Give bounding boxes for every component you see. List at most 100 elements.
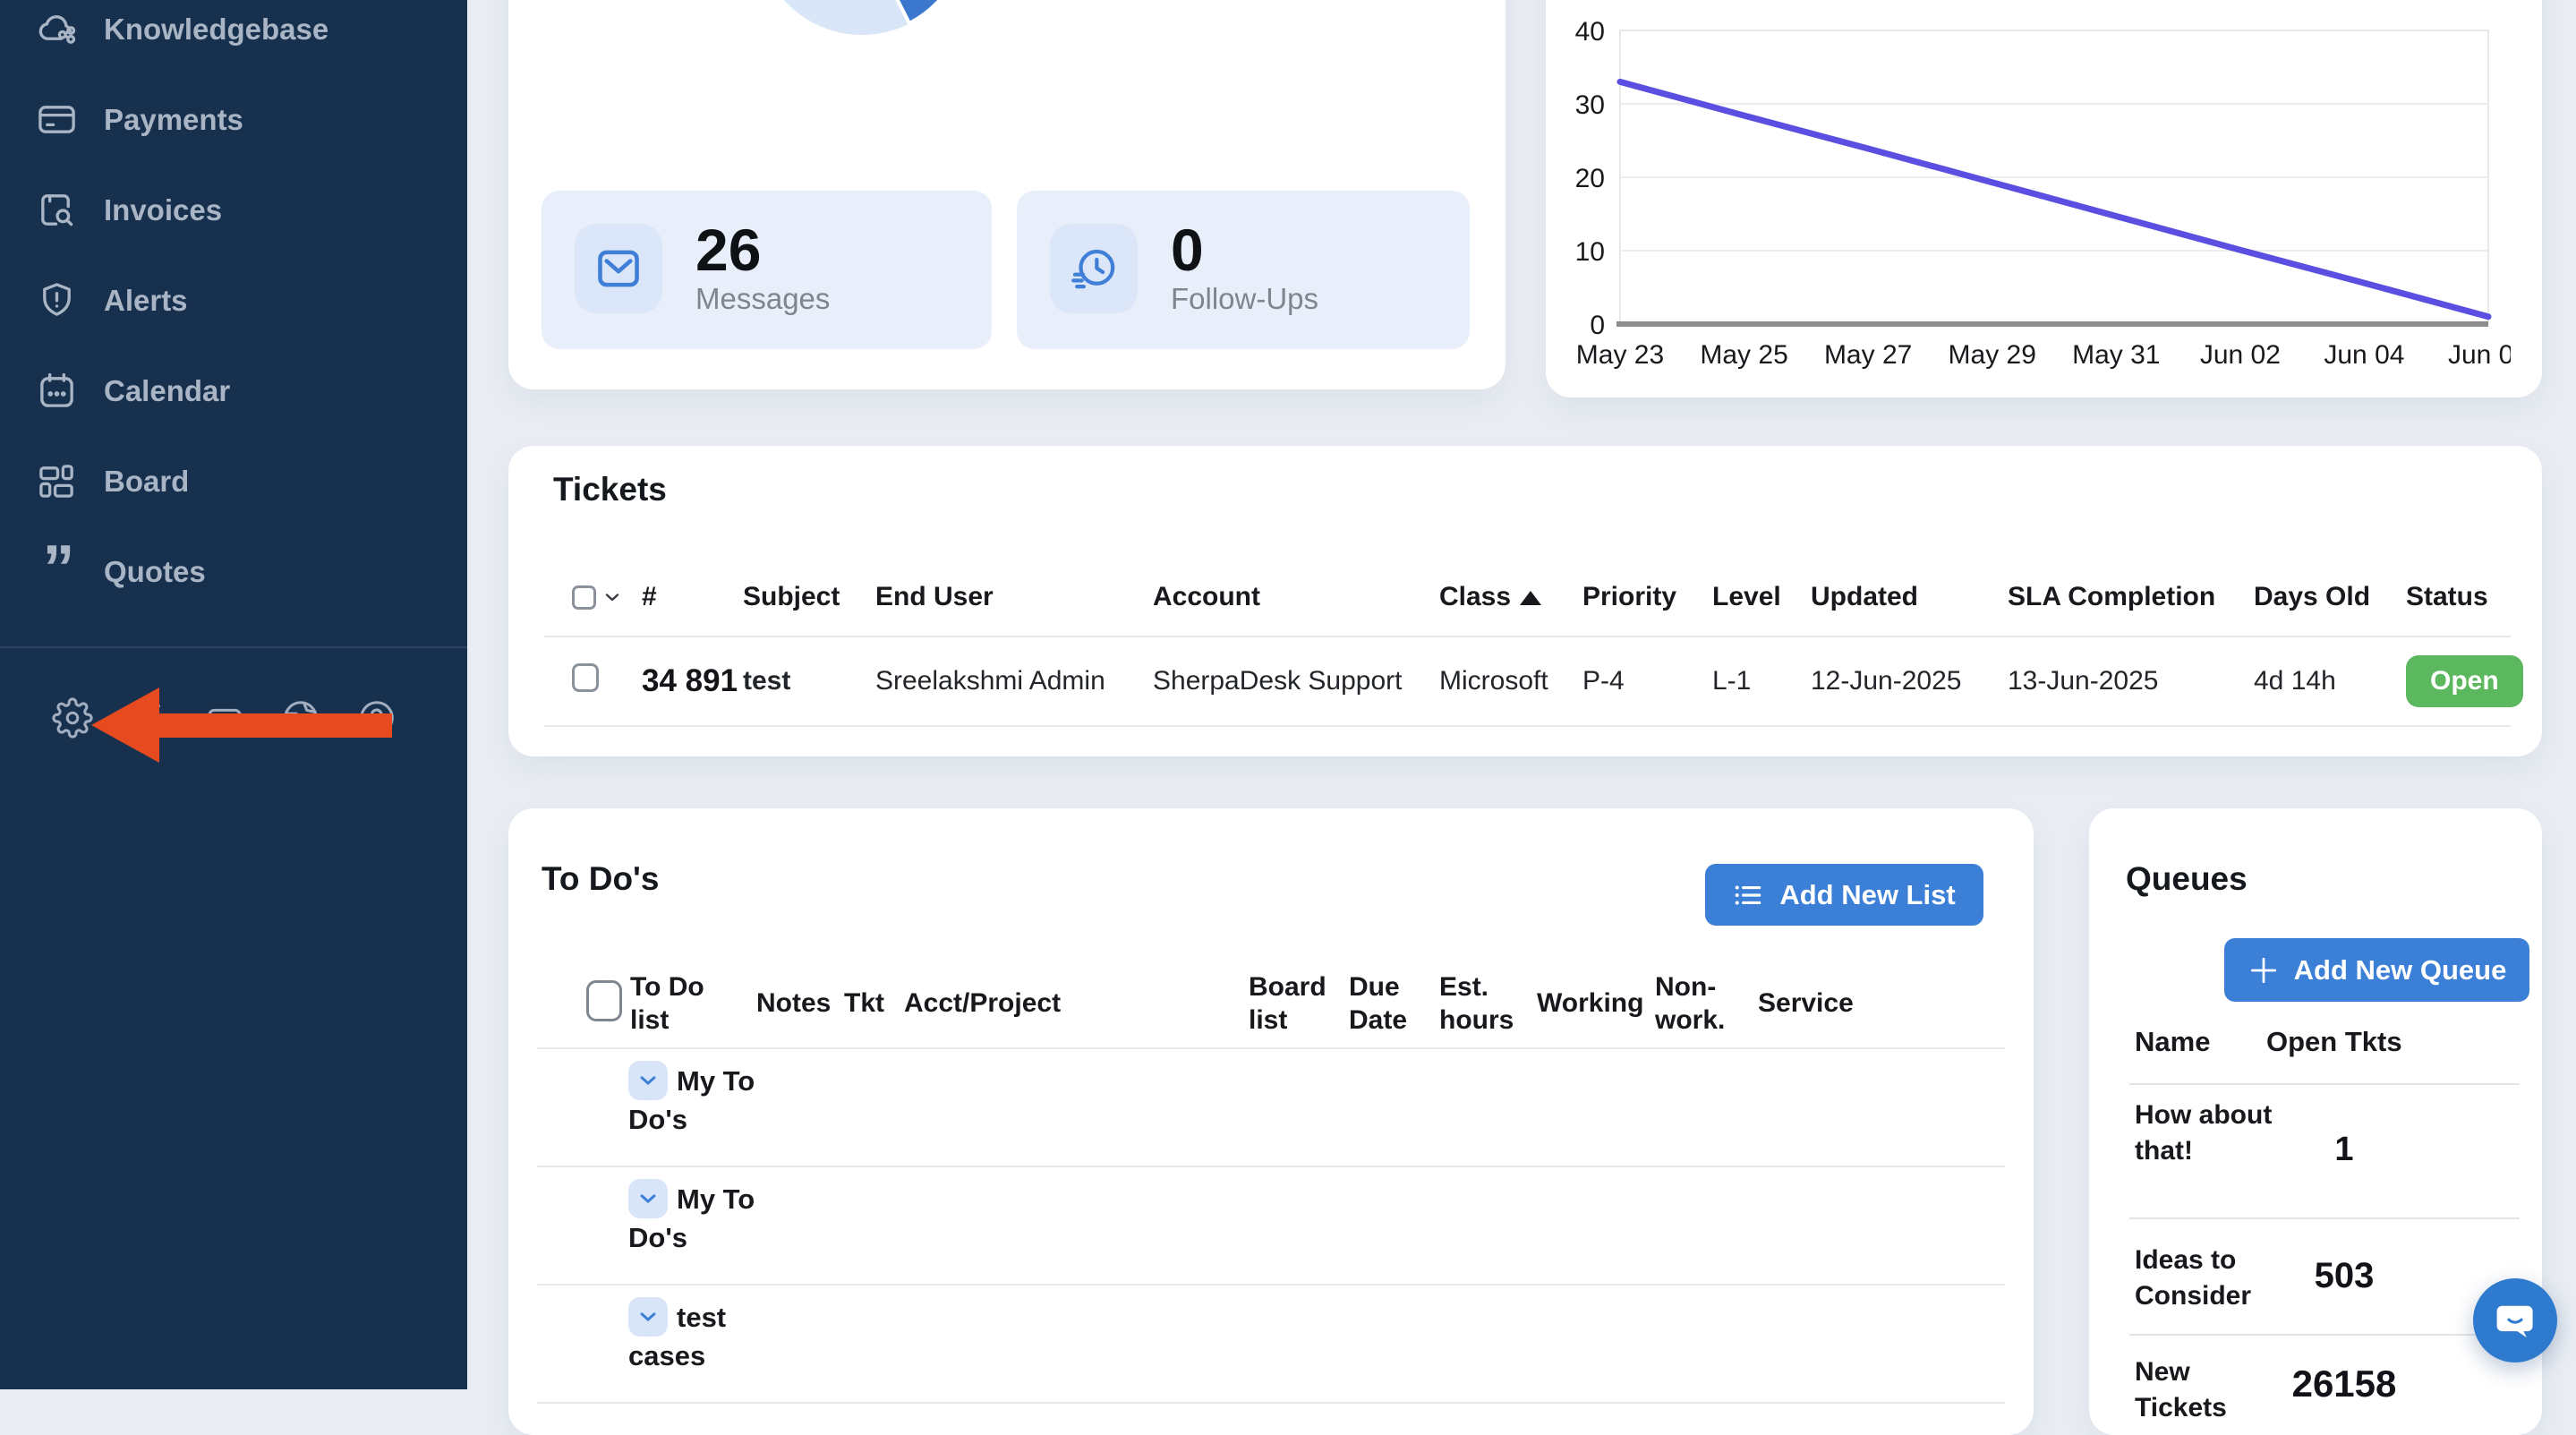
svg-text:May 25: May 25 [1700, 340, 1787, 370]
add-new-list-button[interactable]: Add New List [1705, 864, 1983, 926]
col-daysold[interactable]: Days Old [2254, 582, 2406, 612]
todo-col-board: Board list [1249, 970, 1356, 1037]
sidebar-item-label: Knowledgebase [104, 13, 328, 47]
sidebar-item-label: Board [104, 465, 189, 499]
todos-title: To Do's [542, 860, 659, 898]
expand-chevron-button[interactable] [628, 1179, 668, 1218]
sidebar-item-quotes[interactable]: ” Quotes [0, 526, 467, 617]
tickets-select-all[interactable] [572, 585, 642, 610]
svg-text:Jun 04: Jun 04 [2324, 340, 2404, 370]
add-new-list-label: Add New List [1779, 879, 1955, 911]
svg-text:May 23: May 23 [1576, 340, 1664, 370]
expand-chevron-button[interactable] [628, 1061, 668, 1100]
col-sla[interactable]: SLA Completion [2008, 582, 2254, 612]
svg-text:Jun 06: Jun 06 [2448, 340, 2511, 370]
ticket-row[interactable]: 34 891 test Sreelakshmi Admin SherpaDesk… [544, 637, 2511, 727]
ticket-daysold: 4d 14h [2254, 666, 2406, 696]
ticket-sla: 13-Jun-2025 [2008, 666, 2254, 696]
quotes-icon: ” [36, 551, 78, 593]
add-new-queue-button[interactable]: Add New Queue [2224, 938, 2529, 1002]
ticket-level: L-1 [1712, 666, 1811, 696]
status-badge: Open [2406, 655, 2523, 707]
sidebar-item-invoices[interactable]: Invoices [0, 165, 467, 255]
sidebar-item-label: Calendar [104, 374, 230, 408]
ticket-subject[interactable]: test [743, 666, 875, 696]
followups-stat-tile[interactable]: 0 Follow-Ups [1017, 191, 1470, 349]
followups-label: Follow-Ups [1171, 282, 1318, 316]
svg-text:20: 20 [1575, 164, 1605, 193]
col-status[interactable]: Status [2406, 582, 2511, 612]
display-icon[interactable] [204, 697, 245, 739]
ticket-checkbox[interactable] [572, 663, 599, 692]
queue-col-open: Open Tkts [2266, 1026, 2402, 1058]
sidebar: Knowledgebase Payments Invoices [0, 0, 467, 1389]
ticket-updated: 12-Jun-2025 [1811, 666, 2008, 696]
todo-list-row: My To Do's [537, 1167, 2005, 1286]
plus-icon [2248, 954, 2280, 987]
queue-name[interactable]: Ideas to Consider [2135, 1243, 2278, 1314]
select-all-checkbox[interactable] [572, 585, 596, 610]
messages-iconbox [575, 224, 662, 313]
sidebar-nav: Knowledgebase Payments Invoices [0, 0, 467, 617]
todo-col-service: Service [1758, 987, 1854, 1020]
col-updated[interactable]: Updated [1811, 582, 2008, 612]
sidebar-item-board[interactable]: Board [0, 436, 467, 526]
sidebar-item-payments[interactable]: Payments [0, 74, 467, 165]
expand-chevron-button[interactable] [628, 1297, 668, 1337]
sidebar-item-calendar[interactable]: Calendar [0, 346, 467, 436]
tickets-card: Tickets # Subject End User Account Class… [508, 446, 2542, 756]
ticket-priority: P-4 [1582, 666, 1712, 696]
tickets-trend-card: 010203040May 23May 25May 27May 29May 31J… [1546, 0, 2542, 397]
todos-card: To Do's Add New List To Do list Notes Tk… [508, 808, 2034, 1435]
queue-name[interactable]: New Tickets [2135, 1354, 2278, 1426]
queue-open-count: 503 [2268, 1256, 2420, 1296]
todos-select-all-checkbox[interactable] [586, 980, 622, 1021]
col-level[interactable]: Level [1712, 582, 1811, 612]
todo-col-notes: Notes [756, 987, 831, 1020]
queue-open-count: 26158 [2268, 1362, 2420, 1405]
summary-card: 26 Messages 0 Follow-Ups [508, 0, 1506, 389]
chevron-down-icon [635, 1303, 661, 1330]
todo-list-item: My To Do's [628, 1062, 780, 1139]
sort-asc-icon [1520, 591, 1541, 605]
todo-list-row: test cases [537, 1286, 2005, 1404]
settings-gear-icon[interactable] [52, 697, 93, 739]
sidebar-item-label: Quotes [104, 555, 206, 589]
svg-text:0: 0 [1590, 311, 1605, 340]
help-icon[interactable] [356, 697, 397, 739]
queue-name[interactable]: How about that! [2135, 1098, 2278, 1169]
globe-icon[interactable] [280, 697, 321, 739]
col-number[interactable]: # [642, 582, 743, 612]
alert-shield-icon [36, 279, 78, 321]
list-icon [1733, 879, 1765, 911]
todo-list-item: test cases [628, 1298, 780, 1375]
followups-count: 0 [1171, 216, 1204, 284]
analytics-icon[interactable] [128, 697, 169, 739]
sidebar-divider [0, 646, 467, 648]
messages-stat-tile[interactable]: 26 Messages [542, 191, 992, 349]
chat-widget-button[interactable] [2473, 1278, 2557, 1362]
col-enduser[interactable]: End User [875, 582, 1153, 612]
chevron-down-icon[interactable] [601, 586, 623, 608]
sidebar-item-alerts[interactable]: Alerts [0, 255, 467, 346]
sidebar-item-label: Alerts [104, 284, 188, 318]
ticket-number[interactable]: 34 891 [642, 663, 743, 699]
followups-iconbox [1050, 224, 1138, 313]
todo-col-acct: Acct/Project [904, 987, 1061, 1020]
sidebar-item-knowledgebase[interactable]: Knowledgebase [0, 0, 467, 74]
col-priority[interactable]: Priority [1582, 582, 1712, 612]
ticket-enduser: Sreelakshmi Admin [875, 666, 1153, 696]
queue-open-count: 1 [2268, 1131, 2420, 1169]
add-new-queue-label: Add New Queue [2294, 954, 2507, 987]
queues-divider [2129, 1217, 2520, 1219]
col-subject[interactable]: Subject [743, 582, 875, 612]
chevron-down-icon [635, 1185, 661, 1212]
tickets-title: Tickets [553, 471, 667, 508]
col-account[interactable]: Account [1153, 582, 1439, 612]
invoice-search-icon [36, 189, 78, 231]
followup-clock-icon [1068, 243, 1120, 295]
messages-label: Messages [695, 282, 830, 316]
ticket-class: Microsoft [1439, 666, 1582, 696]
svg-text:40: 40 [1575, 18, 1605, 47]
col-class[interactable]: Class [1439, 582, 1582, 612]
